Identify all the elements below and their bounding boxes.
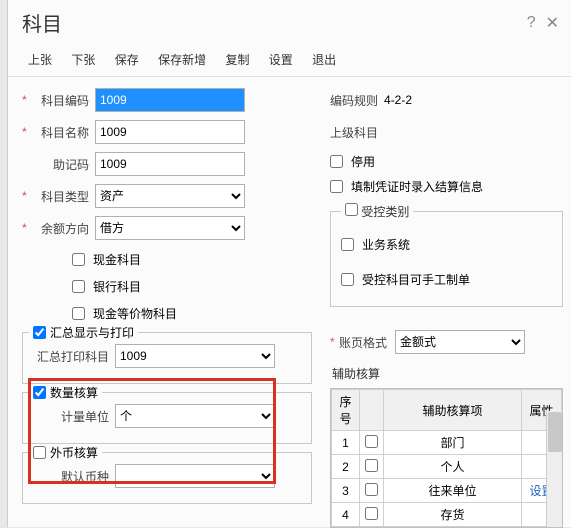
equiv-label: 现金等价物科目 — [93, 305, 177, 322]
qty-section: 数量核算 计量单位个 — [22, 392, 312, 444]
cell-item: 个人 — [384, 455, 522, 479]
aux-table: 序号 辅助核算项 属性 1部门2个人3往来单位设置4存货5项目设置 — [331, 389, 562, 528]
name-label: 科目名称 — [31, 124, 89, 141]
fx-title: 外币核算 — [50, 444, 98, 461]
row-checkbox[interactable] — [365, 435, 378, 448]
dialog-title: 科目 — [22, 8, 517, 37]
cell-item: 往来单位 — [384, 479, 522, 503]
row-checkbox[interactable] — [365, 459, 378, 472]
scrollbar[interactable] — [546, 411, 562, 527]
biz-checkbox[interactable] — [341, 238, 354, 251]
save-new-button[interactable]: 保存新增 — [158, 53, 206, 67]
cell-cb — [360, 455, 384, 479]
row-checkbox[interactable] — [365, 507, 378, 520]
cell-seq: 1 — [332, 431, 360, 455]
control-fieldset: 受控类别 业务系统 受控科目可手工制单 — [330, 203, 563, 307]
disable-label: 停用 — [351, 153, 375, 170]
qty-title: 数量核算 — [50, 384, 98, 401]
cell-seq: 4 — [332, 503, 360, 527]
manual-checkbox[interactable] — [341, 273, 354, 286]
qty-checkbox[interactable] — [33, 386, 46, 399]
bank-label: 银行科目 — [93, 278, 141, 295]
mnem-label: 助记码 — [31, 156, 89, 173]
help-icon[interactable]: ? — [527, 14, 536, 32]
table-row: 4 存货 — [332, 503, 562, 527]
cell-seq: 2 — [332, 455, 360, 479]
equiv-checkbox[interactable] — [72, 307, 85, 320]
aux-title: 辅助核算 — [332, 365, 563, 382]
th-item: 辅助核算项 — [384, 390, 522, 431]
copy-button[interactable]: 复制 — [225, 53, 249, 67]
toolbar: 上张 下张 保存 保存新增 复制 设置 退出 — [8, 41, 571, 77]
type-select[interactable]: 资产 — [95, 184, 245, 208]
rule-value: 4-2-2 — [384, 93, 412, 107]
th-seq: 序号 — [332, 390, 360, 431]
bank-checkbox[interactable] — [72, 280, 85, 293]
summary-title: 汇总显示与打印 — [50, 324, 134, 341]
cell-item: 部门 — [384, 431, 522, 455]
unit-select[interactable]: 个 — [115, 404, 275, 428]
dir-label: 余额方向 — [31, 220, 89, 237]
code-label: 科目编码 — [31, 92, 89, 109]
exit-button[interactable]: 退出 — [312, 53, 336, 67]
dir-select[interactable]: 借方 — [95, 216, 245, 240]
biz-label: 业务系统 — [362, 236, 410, 253]
save-button[interactable]: 保存 — [115, 53, 139, 67]
cell-cb — [360, 479, 384, 503]
type-label: 科目类型 — [31, 188, 89, 205]
mnem-input[interactable] — [95, 152, 245, 176]
format-select[interactable]: 金额式 — [395, 330, 525, 354]
th-cb — [360, 390, 384, 431]
row-checkbox[interactable] — [365, 483, 378, 496]
cash-checkbox[interactable] — [72, 253, 85, 266]
scroll-thumb[interactable] — [548, 412, 562, 452]
code-input[interactable] — [95, 88, 245, 112]
close-icon[interactable]: ✕ — [546, 13, 559, 33]
control-title: 受控类别 — [361, 205, 409, 219]
voucher-checkbox[interactable] — [330, 180, 343, 193]
unit-label: 计量单位 — [31, 408, 109, 425]
prev-button[interactable]: 上张 — [28, 53, 52, 67]
cell-cb — [360, 431, 384, 455]
disable-checkbox[interactable] — [330, 155, 343, 168]
name-input[interactable] — [95, 120, 245, 144]
fx-checkbox[interactable] — [33, 446, 46, 459]
next-button[interactable]: 下张 — [71, 53, 95, 67]
control-checkbox[interactable] — [345, 203, 358, 216]
summary-section: 汇总显示与打印 汇总打印科目1009 — [22, 332, 312, 384]
sum-subject-label: 汇总打印科目 — [31, 348, 109, 365]
rule-label: 编码规则 — [330, 92, 378, 109]
parent-label: 上级科目 — [330, 124, 378, 141]
manual-label: 受控科目可手工制单 — [362, 271, 470, 288]
table-row: 2 个人 — [332, 455, 562, 479]
aux-table-wrap: 序号 辅助核算项 属性 1部门2个人3往来单位设置4存货5项目设置 — [330, 388, 563, 528]
settings-button[interactable]: 设置 — [269, 53, 293, 67]
cell-cb — [360, 503, 384, 527]
voucher-label: 填制凭证时录入结算信息 — [351, 178, 483, 195]
fx-section: 外币核算 默认币种 — [22, 452, 312, 504]
cash-label: 现金科目 — [93, 251, 141, 268]
currency-label: 默认币种 — [31, 468, 109, 485]
summary-checkbox[interactable] — [33, 326, 46, 339]
cell-seq: 3 — [332, 479, 360, 503]
sum-subject-select[interactable]: 1009 — [115, 344, 275, 368]
table-row: 1 部门 — [332, 431, 562, 455]
currency-select[interactable] — [115, 464, 275, 488]
table-row: 3往来单位设置 — [332, 479, 562, 503]
cell-item: 存货 — [384, 503, 522, 527]
format-label: 账页格式 — [339, 334, 387, 351]
